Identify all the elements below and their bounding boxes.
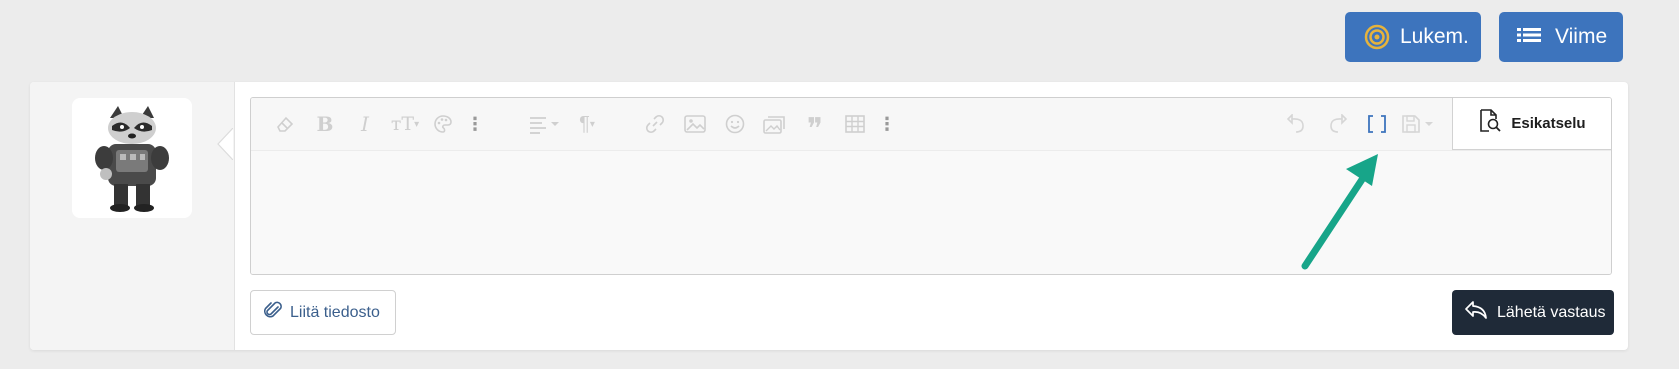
quick-reply-panel: B I тТ ▾ ⋮ ¶ ▾ ❞ ⋮ Esikatselu Liitä tied…: [30, 82, 1628, 350]
attach-file-label: Liitä tiedosto: [290, 303, 380, 321]
align-icon[interactable]: [527, 113, 563, 135]
attach-file-button[interactable]: Liitä tiedosto: [250, 290, 396, 335]
editor-toolbar: B I тТ ▾ ⋮ ¶ ▾ ❞ ⋮ Esikatselu: [251, 98, 1611, 150]
save-draft-icon[interactable]: [1399, 113, 1437, 135]
more-vertical-icon[interactable]: ⋮: [875, 113, 899, 135]
media-icon[interactable]: [763, 113, 787, 135]
unread-button-label: Lukem.: [1400, 25, 1469, 48]
paperclip-icon: [264, 300, 282, 325]
undo-icon[interactable]: [1285, 113, 1309, 135]
image-icon[interactable]: [683, 113, 707, 135]
eraser-icon[interactable]: [273, 113, 297, 135]
target-icon: [1364, 24, 1390, 50]
paragraph-icon[interactable]: ¶ ▾: [569, 113, 605, 135]
redo-icon[interactable]: [1325, 113, 1349, 135]
text-size-icon[interactable]: тТ ▾: [387, 113, 423, 135]
preview-tab-label: Esikatselu: [1511, 114, 1586, 132]
bold-icon[interactable]: B: [313, 112, 337, 136]
avatar[interactable]: [72, 98, 192, 218]
bbcode-toggle-icon[interactable]: [1365, 113, 1389, 135]
preview-tab[interactable]: Esikatselu: [1452, 98, 1611, 150]
more-vertical-icon[interactable]: ⋮: [463, 113, 487, 135]
submit-reply-button[interactable]: Lähetä vastaus: [1452, 290, 1614, 335]
quote-icon[interactable]: ❞: [803, 112, 827, 147]
rich-text-editor: B I тТ ▾ ⋮ ¶ ▾ ❞ ⋮ Esikatselu: [250, 97, 1612, 275]
user-column: [30, 82, 235, 350]
italic-icon[interactable]: I: [353, 112, 377, 136]
list-icon: [1517, 27, 1541, 47]
message-caret: [217, 127, 234, 165]
preview-icon: [1479, 109, 1502, 137]
recent-button-label: Viime: [1555, 25, 1608, 48]
unread-button[interactable]: Lukem.: [1345, 12, 1481, 62]
link-icon[interactable]: [643, 113, 667, 135]
table-icon[interactable]: [843, 113, 867, 135]
smiley-icon[interactable]: [723, 113, 747, 135]
submit-reply-label: Lähetä vastaus: [1497, 303, 1606, 321]
reply-icon: [1464, 300, 1488, 325]
editor-content-area[interactable]: [251, 150, 1611, 274]
palette-icon[interactable]: [431, 113, 455, 135]
recent-button[interactable]: Viime: [1499, 12, 1623, 62]
